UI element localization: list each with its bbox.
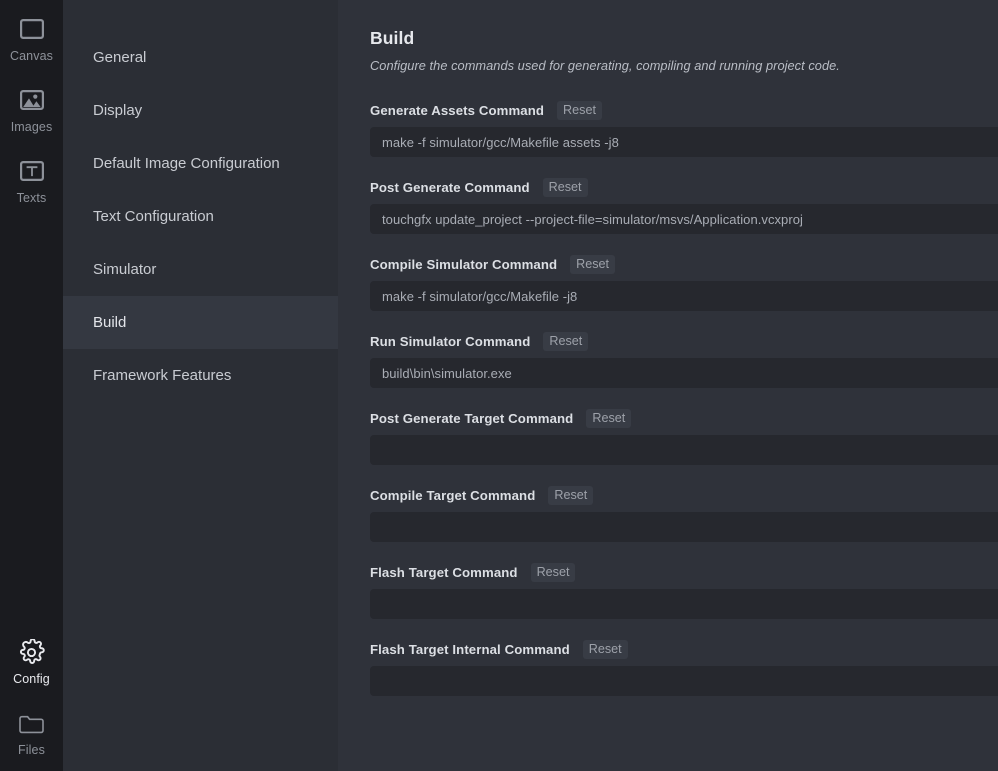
images-icon bbox=[17, 85, 47, 115]
rail-bottom-group: Config Files bbox=[0, 637, 63, 757]
reset-button[interactable]: Reset bbox=[570, 255, 615, 274]
build-settings-panel: Build Configure the commands used for ge… bbox=[338, 0, 998, 771]
gear-icon bbox=[17, 637, 47, 667]
field-label: Post Generate Command bbox=[370, 180, 530, 195]
field-header: Post Generate Target Command Reset bbox=[370, 409, 998, 428]
field-header: Compile Target Command Reset bbox=[370, 486, 998, 505]
field-compile-simulator-command: Compile Simulator Command Reset make -f … bbox=[370, 255, 998, 311]
menu-item-label: Display bbox=[93, 102, 142, 119]
canvas-icon bbox=[17, 14, 47, 44]
flash-target-command-input[interactable] bbox=[370, 589, 998, 619]
rail-item-texts[interactable]: Texts bbox=[0, 156, 63, 205]
field-header: Run Simulator Command Reset bbox=[370, 332, 998, 351]
field-header: Compile Simulator Command Reset bbox=[370, 255, 998, 274]
menu-item-label: Framework Features bbox=[93, 367, 231, 384]
field-header: Post Generate Command Reset bbox=[370, 178, 998, 197]
menu-item-label: General bbox=[93, 49, 146, 66]
page-subtitle: Configure the commands used for generati… bbox=[370, 58, 998, 73]
field-run-simulator-command: Run Simulator Command Reset build\bin\si… bbox=[370, 332, 998, 388]
field-flash-target-internal-command: Flash Target Internal Command Reset bbox=[370, 640, 998, 696]
rail-label-texts: Texts bbox=[17, 191, 47, 205]
rail-top-group: Canvas Images bbox=[0, 0, 63, 205]
post-generate-target-command-input[interactable] bbox=[370, 435, 998, 465]
reset-button[interactable]: Reset bbox=[531, 563, 576, 582]
field-flash-target-command: Flash Target Command Reset bbox=[370, 563, 998, 619]
run-simulator-command-input[interactable]: build\bin\simulator.exe bbox=[370, 358, 998, 388]
menu-item-framework-features[interactable]: Framework Features bbox=[63, 349, 338, 402]
rail-label-config: Config bbox=[13, 672, 50, 686]
menu-item-general[interactable]: General bbox=[63, 31, 338, 84]
field-label: Flash Target Command bbox=[370, 565, 518, 580]
field-label: Compile Simulator Command bbox=[370, 257, 557, 272]
compile-target-command-input[interactable] bbox=[370, 512, 998, 542]
folder-icon bbox=[17, 708, 47, 738]
rail-label-canvas: Canvas bbox=[10, 49, 53, 63]
rail-item-canvas[interactable]: Canvas bbox=[0, 14, 63, 63]
field-label: Generate Assets Command bbox=[370, 103, 544, 118]
post-generate-command-input[interactable]: touchgfx update_project --project-file=s… bbox=[370, 204, 998, 234]
menu-item-display[interactable]: Display bbox=[63, 84, 338, 137]
field-header: Flash Target Internal Command Reset bbox=[370, 640, 998, 659]
menu-item-simulator[interactable]: Simulator bbox=[63, 243, 338, 296]
menu-item-build[interactable]: Build bbox=[63, 296, 338, 349]
app-window: Canvas Images bbox=[0, 0, 998, 771]
field-label: Run Simulator Command bbox=[370, 334, 530, 349]
menu-item-label: Text Configuration bbox=[93, 208, 214, 225]
rail-item-config[interactable]: Config bbox=[0, 637, 63, 686]
left-icon-rail: Canvas Images bbox=[0, 0, 63, 771]
reset-button[interactable]: Reset bbox=[586, 409, 631, 428]
reset-button[interactable]: Reset bbox=[583, 640, 628, 659]
field-generate-assets-command: Generate Assets Command Reset make -f si… bbox=[370, 101, 998, 157]
field-post-generate-command: Post Generate Command Reset touchgfx upd… bbox=[370, 178, 998, 234]
menu-item-text-configuration[interactable]: Text Configuration bbox=[63, 190, 338, 243]
flash-target-internal-command-input[interactable] bbox=[370, 666, 998, 696]
rail-item-files[interactable]: Files bbox=[0, 708, 63, 757]
menu-item-label: Build bbox=[93, 314, 126, 331]
field-label: Flash Target Internal Command bbox=[370, 642, 570, 657]
reset-button[interactable]: Reset bbox=[557, 101, 602, 120]
field-compile-target-command: Compile Target Command Reset bbox=[370, 486, 998, 542]
settings-menu: General Display Default Image Configurat… bbox=[63, 0, 338, 771]
rail-label-files: Files bbox=[18, 743, 45, 757]
menu-item-label: Simulator bbox=[93, 261, 156, 278]
reset-button[interactable]: Reset bbox=[543, 332, 588, 351]
generate-assets-command-input[interactable]: make -f simulator/gcc/Makefile assets -j… bbox=[370, 127, 998, 157]
field-post-generate-target-command: Post Generate Target Command Reset bbox=[370, 409, 998, 465]
field-header: Generate Assets Command Reset bbox=[370, 101, 998, 120]
reset-button[interactable]: Reset bbox=[543, 178, 588, 197]
menu-item-default-image-configuration[interactable]: Default Image Configuration bbox=[63, 137, 338, 190]
field-label: Compile Target Command bbox=[370, 488, 535, 503]
texts-icon bbox=[17, 156, 47, 186]
field-label: Post Generate Target Command bbox=[370, 411, 573, 426]
compile-simulator-command-input[interactable]: make -f simulator/gcc/Makefile -j8 bbox=[370, 281, 998, 311]
field-header: Flash Target Command Reset bbox=[370, 563, 998, 582]
rail-item-images[interactable]: Images bbox=[0, 85, 63, 134]
rail-label-images: Images bbox=[11, 120, 53, 134]
menu-item-label: Default Image Configuration bbox=[93, 155, 280, 172]
page-title: Build bbox=[370, 28, 998, 49]
reset-button[interactable]: Reset bbox=[548, 486, 593, 505]
